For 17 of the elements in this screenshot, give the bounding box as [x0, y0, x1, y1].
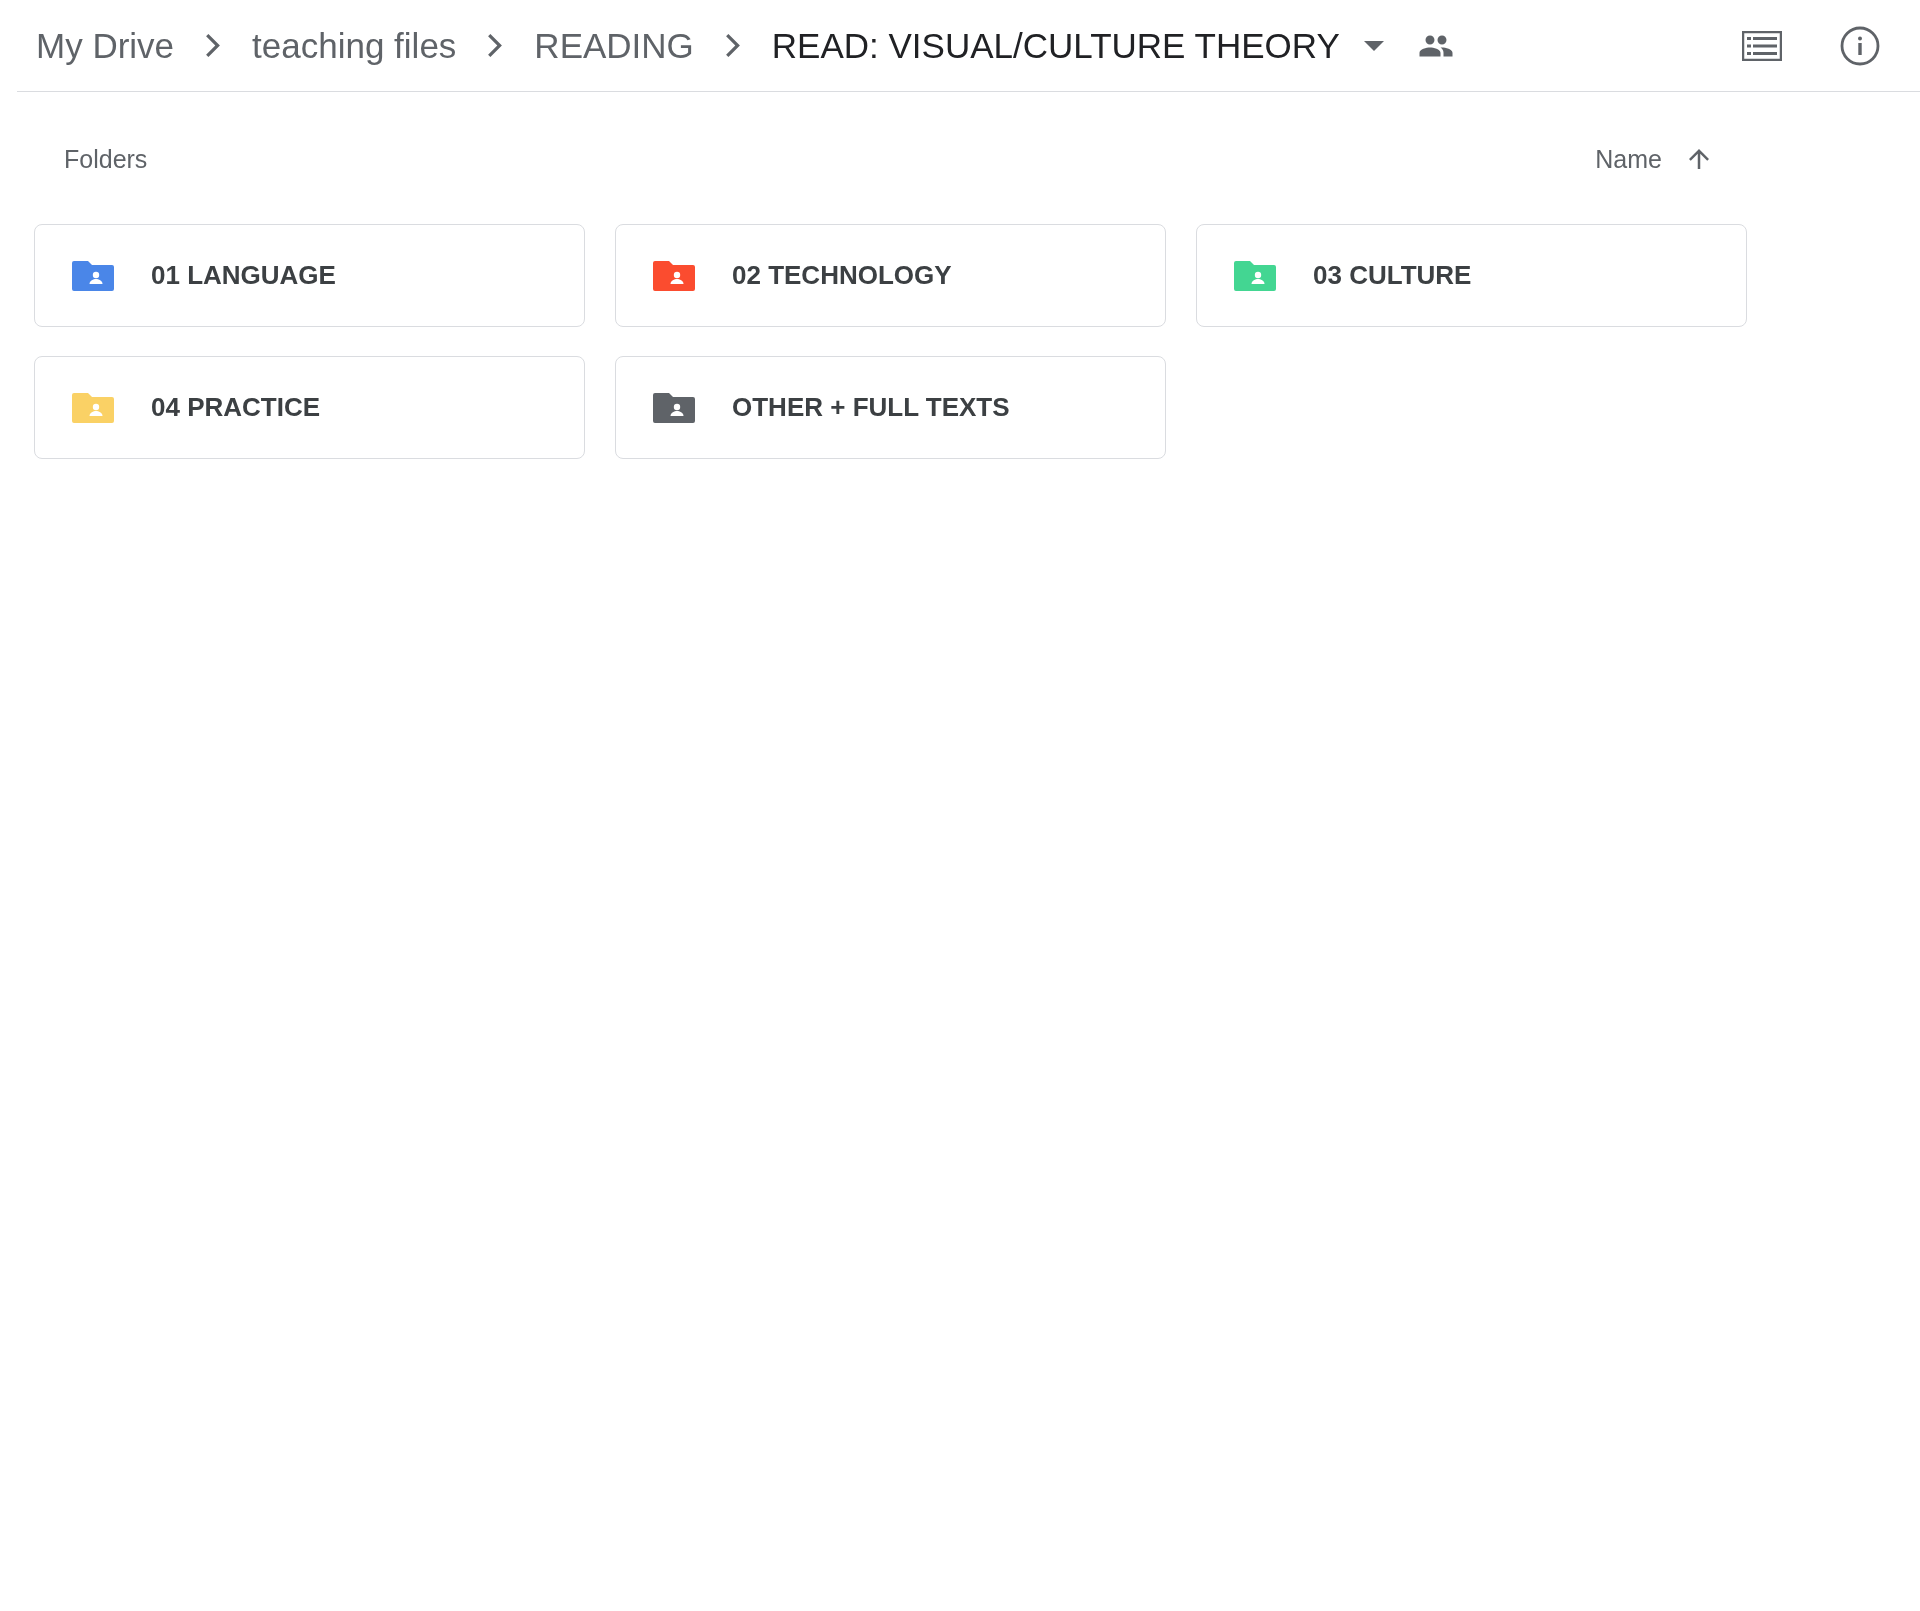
- chevron-right-icon: [725, 34, 740, 57]
- chevron-right-icon: [206, 34, 221, 57]
- section-title: Folders: [64, 144, 148, 174]
- folder-card[interactable]: 04 PRACTICE: [34, 356, 585, 459]
- breadcrumb-item[interactable]: READ: VISUAL/CULTURE THEORY: [771, 25, 1340, 66]
- caret-icon[interactable]: [1363, 40, 1384, 51]
- chevron-right-icon: [488, 34, 503, 57]
- folder-card[interactable]: 03 CULTURE: [1196, 224, 1747, 327]
- info-icon[interactable]: [1840, 25, 1880, 66]
- list-view-icon[interactable]: [1742, 30, 1782, 61]
- breadcrumb-item[interactable]: teaching files: [252, 25, 457, 66]
- breadcrumb-item[interactable]: My Drive: [36, 25, 175, 66]
- folder-card[interactable]: 01 LANGUAGE: [34, 224, 585, 327]
- sort-button[interactable]: Name: [1595, 144, 1662, 174]
- folder-card[interactable]: OTHER + FULL TEXTS: [615, 356, 1166, 459]
- folder-card[interactable]: 02 TECHNOLOGY: [615, 224, 1166, 327]
- breadcrumb-item[interactable]: READING: [534, 25, 694, 66]
